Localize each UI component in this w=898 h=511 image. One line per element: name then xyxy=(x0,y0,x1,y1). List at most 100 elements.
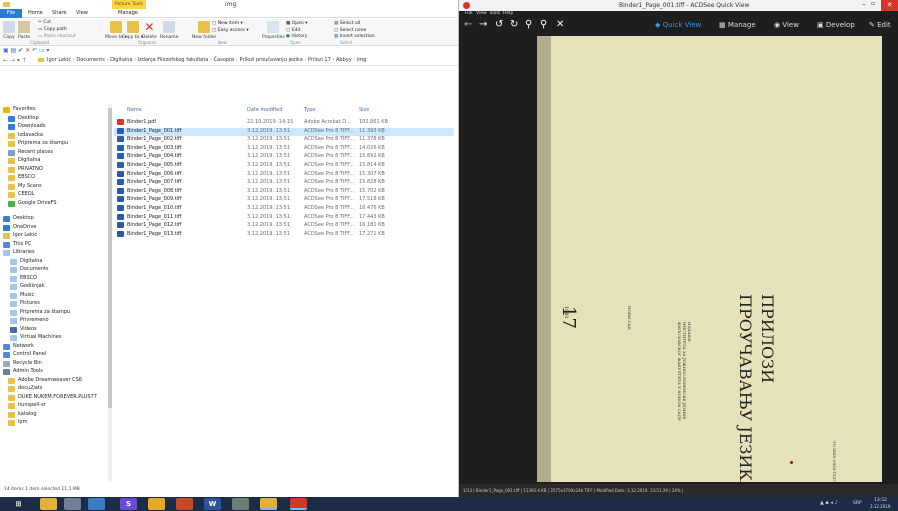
breadcrumb-segment[interactable]: Izdanja Filozofskog fakulteta xyxy=(138,57,209,63)
taskbar-word-icon[interactable]: W xyxy=(204,498,221,510)
nav-item[interactable]: Desktop xyxy=(8,115,104,123)
file-row[interactable]: Binder1.pdf 22.10.2019. 14:15 Adobe Acroba… xyxy=(114,119,454,127)
breadcrumb-segment[interactable]: Časopisi xyxy=(214,57,235,63)
file-row[interactable]: Binder1_Page_013.tiff 3.12.2019. 13:51 ACD… xyxy=(114,230,454,239)
edit-button[interactable]: ▢ Edit xyxy=(286,28,300,33)
select-none-button[interactable]: ▢ Select none xyxy=(334,28,366,33)
taskbar-skype-icon[interactable]: S xyxy=(120,498,137,510)
breadcrumb-segment[interactable]: Digitalna xyxy=(110,57,132,63)
rotate-right-icon[interactable]: ↻ xyxy=(510,19,518,30)
column-name[interactable]: Name xyxy=(127,107,142,113)
next-icon[interactable]: → xyxy=(479,19,487,30)
column-size[interactable]: Size xyxy=(359,107,369,113)
breadcrumb-segment[interactable]: Prilozi 17 xyxy=(308,57,331,63)
close-button[interactable]: ✕ xyxy=(881,0,898,11)
select-all-button[interactable]: ▦ Select all xyxy=(334,21,360,26)
file-row[interactable]: Binder1_Page_005.tiff 3.12.2019. 13:51 ACD… xyxy=(114,162,454,170)
maximize-icon[interactable]: ▫ xyxy=(871,0,875,7)
taskbar-acdsee-icon[interactable] xyxy=(290,498,307,510)
taskbar-app-icon[interactable] xyxy=(64,498,81,510)
nav-item[interactable]: EBSCO xyxy=(10,275,104,283)
breadcrumb-segment[interactable]: img xyxy=(357,57,366,63)
nav-item[interactable]: OneDrive xyxy=(3,224,104,232)
nav-item[interactable]: EBSCO xyxy=(8,174,104,182)
nav-scrollbar[interactable] xyxy=(108,104,112,482)
file-row[interactable]: Binder1_Page_004.tiff 3.12.2019. 13:51 ACD… xyxy=(114,153,454,161)
taskbar-network-icon[interactable] xyxy=(88,498,105,510)
nav-item[interactable]: docu2jats xyxy=(8,385,104,393)
nav-item[interactable]: Desktop xyxy=(3,215,104,223)
nav-item[interactable]: Music xyxy=(10,292,104,300)
mode-develop[interactable]: ▣ Develop xyxy=(817,21,855,29)
nav-item[interactable]: Documents xyxy=(10,266,104,274)
nav-item[interactable]: Priprema za štampu xyxy=(10,309,104,317)
nav-item[interactable]: Libraries xyxy=(3,249,104,257)
copy-path-button[interactable]: ▭ Copy path xyxy=(38,27,67,32)
mode-view[interactable]: ◉ View xyxy=(774,21,799,29)
taskbar-explorer-icon[interactable] xyxy=(40,498,57,510)
column-date[interactable]: Date modified xyxy=(247,107,282,113)
nav-item[interactable]: PRIVATNO xyxy=(8,166,104,174)
nav-item[interactable]: Priprema za štampu xyxy=(8,140,104,148)
tab-share[interactable]: Share xyxy=(52,10,66,16)
history-button[interactable]: ● History xyxy=(286,34,307,39)
mode-edit[interactable]: ✎ Edit xyxy=(869,21,891,29)
nav-item[interactable]: hunspell-sr xyxy=(8,402,104,410)
file-row[interactable]: Binder1_Page_007.tiff 3.12.2019. 13:51 ACD… xyxy=(114,179,454,187)
nav-item[interactable]: Digitalna xyxy=(8,157,104,165)
zoom-out-icon[interactable]: ⚲ xyxy=(540,19,547,30)
previous-icon[interactable]: ← xyxy=(464,19,472,30)
easy-access-button[interactable]: ▢ Easy access ▾ xyxy=(212,28,249,33)
nav-item[interactable]: Recent places xyxy=(8,149,104,157)
tab-file[interactable]: File xyxy=(0,9,22,18)
file-row[interactable]: Binder1_Page_003.tiff 3.12.2019. 13:51 ACD… xyxy=(114,144,454,153)
paste-shortcut-button[interactable]: ▭ Paste shortcut xyxy=(38,34,76,39)
nav-item[interactable]: This PC xyxy=(3,241,104,249)
nav-scrollbar-thumb[interactable] xyxy=(108,108,112,408)
file-row[interactable]: Binder1_Page_010.tiff 3.12.2019. 13:51 ACD… xyxy=(114,205,454,213)
clock-time[interactable]: 13:52 xyxy=(874,498,887,503)
nav-item[interactable]: Digitalna xyxy=(10,258,104,266)
taskbar-browser-icon[interactable] xyxy=(176,498,193,510)
menu-help[interactable]: Help xyxy=(503,11,513,16)
menu-file[interactable]: File xyxy=(465,11,473,16)
tab-manage[interactable]: Manage xyxy=(118,10,138,16)
close-image-icon[interactable]: ✕ xyxy=(556,19,564,30)
nav-item[interactable]: My Scans xyxy=(8,183,104,191)
nav-item[interactable]: Network xyxy=(3,343,104,351)
nav-item[interactable]: Favorites xyxy=(3,106,104,114)
taskbar-tool-icon[interactable] xyxy=(232,498,249,510)
copy-to-button[interactable]: Copy to ▾ xyxy=(122,21,143,40)
breadcrumb-segment[interactable]: Documents xyxy=(76,57,105,63)
copy-button[interactable]: Copy xyxy=(3,21,15,40)
invert-selection-button[interactable]: ▦ Invert selection xyxy=(334,34,375,39)
nav-item[interactable]: Adobe Dreamweaver CS6 xyxy=(8,377,104,385)
taskbar-chrome-icon[interactable] xyxy=(148,498,165,510)
column-type[interactable]: Type xyxy=(304,107,315,113)
file-row[interactable]: Binder1_Page_011.tiff 3.12.2019. 13:51 ACD… xyxy=(114,213,454,222)
tab-view[interactable]: View xyxy=(76,10,88,16)
paste-button[interactable]: Paste xyxy=(18,21,30,40)
breadcrumb-segment[interactable]: Prilozi proučavanju jezika xyxy=(240,57,303,63)
file-row[interactable]: Binder1_Page_012.tiff 3.12.2019. 13:51 ACD… xyxy=(114,222,454,230)
menu-tools[interactable]: Tools xyxy=(489,11,500,16)
nav-item[interactable]: Recycle Bin xyxy=(3,360,104,368)
file-row[interactable]: Binder1_Page_002.tiff 3.12.2019. 13:51 ACD… xyxy=(114,136,454,144)
file-row[interactable]: Binder1_Page_009.tiff 3.12.2019. 13:51 ACD… xyxy=(114,196,454,204)
nav-item[interactable]: Downloads xyxy=(8,123,104,131)
cut-button[interactable]: ✂ Cut xyxy=(38,20,51,25)
nav-item[interactable]: lpm xyxy=(8,419,104,427)
nav-item[interactable]: DUKE.NUKEM.FOREVER.PLUS77 xyxy=(8,394,104,402)
clock-date[interactable]: 3.12.2019. xyxy=(870,504,892,509)
nav-item[interactable]: katalog xyxy=(8,411,104,419)
nav-item[interactable]: Pictures xyxy=(10,300,104,308)
tray-icons[interactable]: ▲ ▪ ◂ ♪ xyxy=(820,500,838,506)
tab-home[interactable]: Home xyxy=(28,10,43,16)
menu-view[interactable]: View xyxy=(476,11,487,16)
rotate-left-icon[interactable]: ↺ xyxy=(495,19,503,30)
file-row[interactable]: Binder1_Page_008.tiff 3.12.2019. 13:51 ACD… xyxy=(114,187,454,196)
properties-button[interactable]: Properties xyxy=(262,21,285,40)
nav-arrows[interactable]: ← → ▾ ↑ xyxy=(3,57,27,64)
rename-button[interactable]: Rename xyxy=(160,21,178,40)
nav-item[interactable]: Videos xyxy=(10,326,104,334)
